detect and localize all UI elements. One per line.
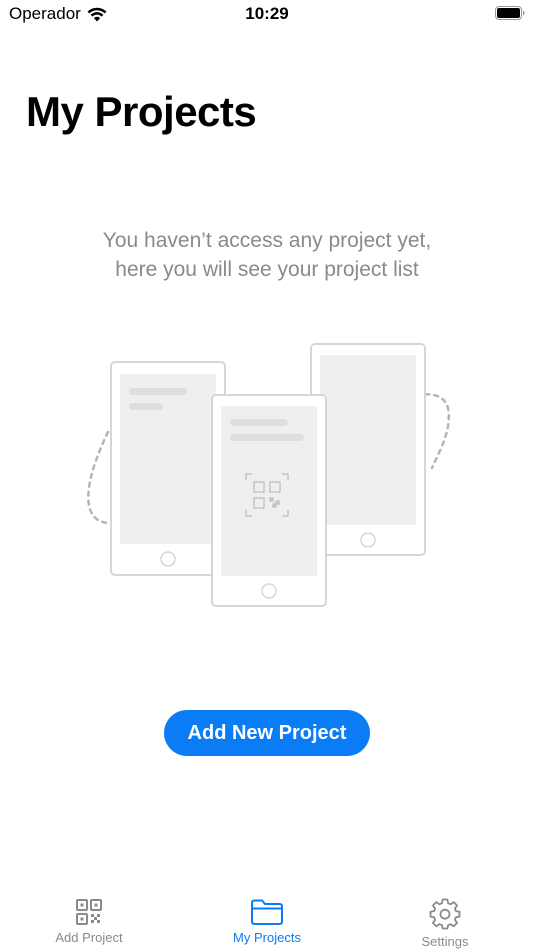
tab-settings[interactable]: Settings	[356, 884, 534, 950]
tab-label-add-project: Add Project	[55, 930, 123, 945]
battery-icon	[495, 6, 525, 20]
page-title: My Projects	[26, 88, 257, 135]
folder-icon	[251, 899, 283, 925]
front-phone-graphic	[211, 394, 327, 607]
empty-message-line-2: here you will see your project list	[115, 258, 419, 281]
gear-icon	[429, 898, 461, 930]
tab-label-my-projects: My Projects	[233, 930, 301, 945]
add-new-project-button[interactable]: Add New Project	[164, 710, 370, 756]
left-phone-graphic	[110, 361, 226, 576]
tab-my-projects[interactable]: My Projects	[178, 884, 356, 950]
tab-label-settings: Settings	[421, 934, 469, 949]
empty-state-message: You haven’t access any project yet, here…	[40, 226, 494, 284]
clock: 10:29	[245, 4, 289, 23]
tab-bar: Add Project My Projects Settings	[0, 884, 534, 950]
empty-projects-illustration	[87, 343, 451, 607]
empty-message-line-1: You haven’t access any project yet,	[102, 229, 432, 252]
status-bar: Operador 10:29	[0, 0, 534, 30]
right-phone-graphic	[310, 343, 426, 556]
screen: Operador 10:29 My Projects You haven’t a…	[0, 0, 534, 950]
qr-code-icon	[76, 899, 102, 925]
tab-add-project[interactable]: Add Project	[0, 884, 178, 950]
